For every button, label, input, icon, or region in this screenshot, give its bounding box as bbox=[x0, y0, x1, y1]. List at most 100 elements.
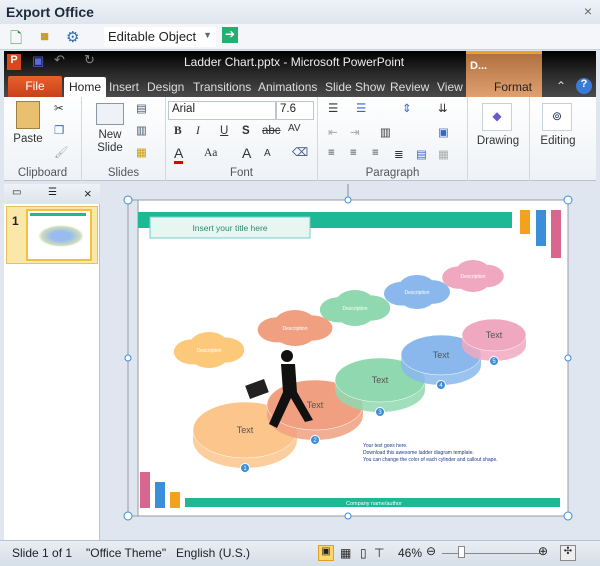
zoom-level[interactable]: 46% bbox=[398, 546, 422, 560]
layout-icon[interactable]: ▤ bbox=[136, 101, 147, 115]
outline-tab-icon[interactable]: ☰ bbox=[48, 187, 57, 198]
smartart-icon[interactable]: ▦ bbox=[438, 147, 449, 161]
tab-design[interactable]: Design bbox=[142, 77, 189, 97]
text-direction-icon[interactable]: ⇊ bbox=[438, 101, 448, 115]
change-case-button[interactable]: Aa bbox=[204, 147, 217, 159]
underline-button[interactable]: U bbox=[220, 125, 228, 137]
mode-select-value: Editable Object bbox=[108, 29, 197, 44]
drawing-label: Drawing bbox=[476, 135, 520, 147]
fit-to-window-icon[interactable]: ✣ bbox=[560, 545, 576, 561]
cut-icon[interactable]: ✂ bbox=[54, 101, 64, 115]
copy-icon[interactable]: ❐ bbox=[54, 123, 64, 137]
paste-button[interactable]: Paste bbox=[12, 101, 44, 157]
editing-button[interactable]: ⊚ Editing bbox=[530, 97, 586, 181]
tab-review[interactable]: Review bbox=[385, 77, 434, 97]
tab-file[interactable]: File bbox=[8, 76, 62, 97]
mode-select[interactable]: Editable Object ▼ bbox=[104, 27, 216, 47]
slide-show-icon[interactable]: ⊤ bbox=[374, 546, 384, 560]
zoom-in-icon[interactable]: ⊕ bbox=[538, 544, 548, 558]
strikethrough-button[interactable]: abc bbox=[262, 125, 281, 137]
shadow-button[interactable]: S bbox=[242, 125, 250, 137]
align-text-icon[interactable]: ▣ bbox=[438, 125, 449, 139]
bullets-icon[interactable]: ☰ bbox=[328, 101, 338, 115]
align-center-icon[interactable]: ≡ bbox=[350, 147, 357, 159]
slide-indicator: Slide 1 of 1 bbox=[12, 546, 73, 560]
zoom-slider[interactable] bbox=[442, 553, 540, 554]
justify-icon[interactable]: ≣ bbox=[394, 147, 404, 161]
group-label: Slides bbox=[107, 167, 140, 179]
new-document-icon[interactable]: 🗋 bbox=[10, 28, 22, 53]
paste-label: Paste bbox=[13, 133, 43, 145]
clear-formatting-icon[interactable]: ⌫ bbox=[292, 145, 308, 159]
cloud-text: Description bbox=[282, 326, 307, 332]
tab-format[interactable]: Format bbox=[489, 77, 537, 97]
tab-slide-show[interactable]: Slide Show bbox=[320, 77, 390, 97]
normal-view-icon[interactable]: ▣ bbox=[318, 545, 334, 561]
step-text: Text bbox=[486, 330, 503, 340]
section-icon[interactable]: ▦ bbox=[136, 145, 147, 159]
numbering-icon[interactable]: ☰ bbox=[356, 101, 366, 115]
grow-font-button[interactable]: A bbox=[242, 145, 251, 161]
bullet-item: Download this awesome ladder diagram tem… bbox=[363, 450, 474, 456]
chevron-down-icon: ▼ bbox=[203, 30, 212, 40]
character-spacing-button[interactable]: AV bbox=[288, 123, 301, 134]
deco-bar bbox=[551, 210, 561, 258]
reading-view-icon[interactable]: ▯ bbox=[360, 546, 367, 560]
save-icon[interactable]: ▣ bbox=[32, 53, 44, 69]
theme-name[interactable]: "Office Theme" bbox=[86, 546, 166, 560]
shapes-icon: ◆ bbox=[482, 103, 512, 131]
increase-indent-icon[interactable]: ⇥ bbox=[350, 125, 360, 139]
document-title: Ladder Chart.pptx - Microsoft PowerPoint bbox=[184, 55, 405, 69]
status-bar: Slide 1 of 1 "Office Theme" English (U.S… bbox=[0, 540, 600, 566]
close-icon[interactable]: × bbox=[584, 3, 592, 19]
gear-icon[interactable]: ⚙ bbox=[66, 28, 79, 46]
tab-animations[interactable]: Animations bbox=[253, 77, 322, 97]
tab-transitions[interactable]: Transitions bbox=[188, 77, 256, 97]
italic-button[interactable]: I bbox=[196, 125, 200, 137]
slide-thumbnail[interactable] bbox=[26, 209, 92, 261]
align-left-icon[interactable]: ≡ bbox=[328, 147, 335, 159]
tab-insert[interactable]: Insert bbox=[104, 77, 144, 97]
pane-tabs: ▭ ☰ × bbox=[4, 184, 100, 204]
slide-canvas[interactable]: Insert your title here Company name/auth… bbox=[101, 184, 596, 540]
bold-button[interactable]: B bbox=[174, 125, 182, 137]
undo-icon[interactable]: ↶ bbox=[54, 52, 65, 68]
font-name-select[interactable]: Arial bbox=[168, 101, 276, 120]
align-right-icon[interactable]: ≡ bbox=[372, 147, 379, 159]
drawing-button[interactable]: ◆ Drawing bbox=[468, 97, 530, 181]
tab-view[interactable]: View bbox=[432, 77, 468, 97]
columns-icon[interactable]: ▥ bbox=[380, 125, 391, 139]
tab-home[interactable]: Home bbox=[64, 77, 107, 97]
cloud-text: Description bbox=[404, 290, 429, 296]
font-size-select[interactable]: 7.6 bbox=[276, 101, 314, 120]
new-slide-button[interactable]: New Slide bbox=[90, 103, 130, 155]
go-arrow-icon[interactable]: ➔ bbox=[222, 27, 238, 43]
slides-tab-icon[interactable]: ▭ bbox=[12, 187, 21, 198]
format-painter-icon[interactable]: 🖌 bbox=[54, 145, 69, 159]
redo-icon[interactable]: ↻ bbox=[84, 52, 95, 68]
slide-number: 1 bbox=[12, 214, 19, 228]
cloud-text: Description bbox=[196, 348, 221, 354]
font-color-button[interactable]: A bbox=[174, 145, 184, 164]
language[interactable]: English (U.S.) bbox=[176, 546, 250, 560]
export-icon[interactable]: ■ bbox=[40, 28, 49, 45]
group-clipboard: Paste ✂ ❐ 🖌 Clipboard bbox=[4, 97, 82, 181]
distributed-icon[interactable]: ▤ bbox=[416, 147, 427, 161]
shrink-font-button[interactable]: A bbox=[264, 148, 271, 159]
line-spacing-icon[interactable]: ⇕ bbox=[402, 101, 412, 115]
step-text: Text bbox=[433, 350, 450, 360]
footer-text: Company name/author bbox=[346, 501, 402, 507]
export-toolbar: 🗋 ■ ⚙ ➔ bbox=[0, 24, 600, 50]
reset-icon[interactable]: ▥ bbox=[136, 123, 147, 137]
help-icon[interactable]: ? bbox=[576, 78, 592, 94]
title-placeholder-text: Insert your title here bbox=[192, 223, 267, 233]
collapse-ribbon-icon[interactable]: ⌃ bbox=[556, 79, 566, 93]
bullet-item: You can change the color of each cylinde… bbox=[363, 457, 498, 463]
group-paragraph: ☰ ☰ ⇕ ⇊ ⇤ ⇥ ▥ ▣ ≡ ≡ ≡ ≣ ▤ ▦ Paragraph bbox=[318, 97, 468, 181]
slide-sorter-icon[interactable]: ▦ bbox=[340, 546, 351, 560]
close-pane-icon[interactable]: × bbox=[84, 186, 92, 201]
decrease-indent-icon[interactable]: ⇤ bbox=[328, 125, 338, 139]
zoom-out-icon[interactable]: ⊖ bbox=[426, 544, 436, 558]
zoom-slider-thumb[interactable] bbox=[458, 546, 465, 558]
new-slide-label: New Slide bbox=[97, 129, 123, 154]
